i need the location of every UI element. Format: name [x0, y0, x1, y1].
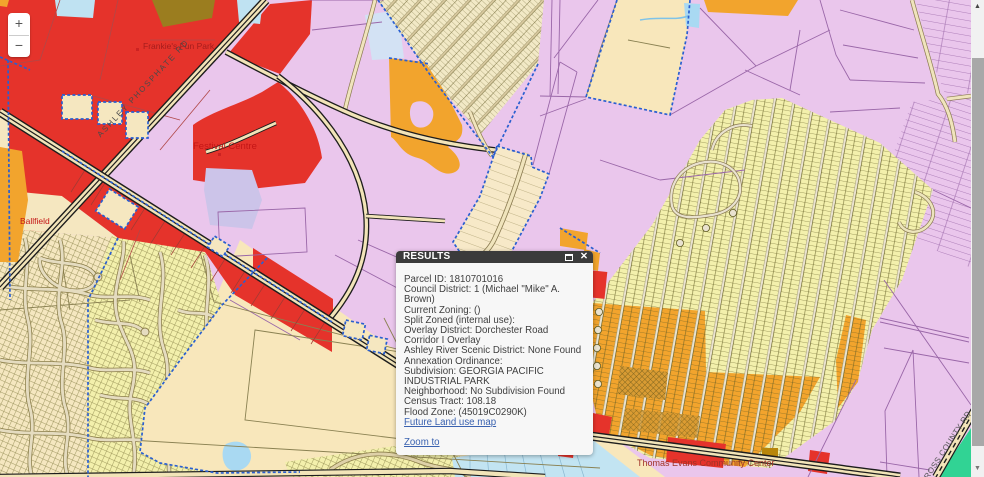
svg-text:Ballfield: Ballfield [20, 216, 50, 226]
svg-text:Festival Centre: Festival Centre [193, 141, 257, 152]
svg-text:Thomas Evans Community Center: Thomas Evans Community Center [637, 458, 775, 468]
